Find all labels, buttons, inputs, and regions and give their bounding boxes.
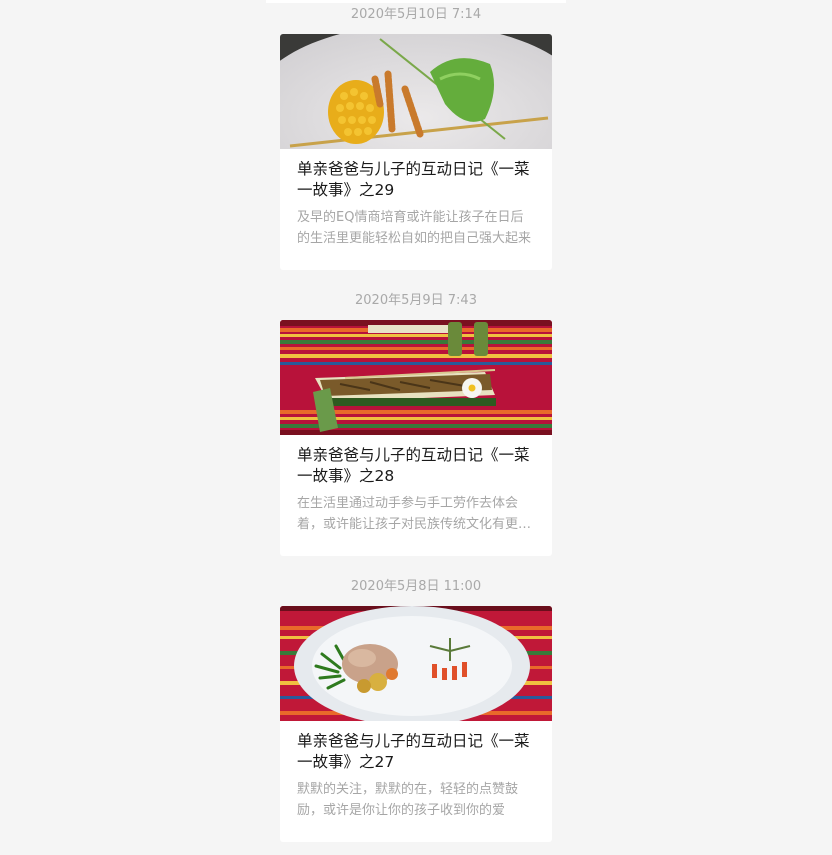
article-thumbnail[interactable] [280, 606, 552, 721]
article-timestamp: 2020年5月8日 11:00 [350, 579, 482, 594]
article-feed: 2020年5月10日 7:14 单亲爸爸与儿子的互动日记《一菜一故事》之29 及… [0, 0, 832, 855]
article-timestamp: 2020年5月10日 7:14 [350, 7, 482, 22]
article-title[interactable]: 单亲爸爸与儿子的互动日记《一菜一故事》之29 [297, 159, 535, 201]
article-card[interactable]: 单亲爸爸与儿子的互动日记《一菜一故事》之28 在生活里通过动手参与手工劳作去体会… [280, 320, 552, 556]
article-timestamp: 2020年5月9日 7:43 [355, 293, 477, 308]
article-card[interactable]: 单亲爸爸与儿子的互动日记《一菜一故事》之27 默默的关注，默默的在，轻轻的点赞鼓… [280, 606, 552, 842]
article-title[interactable]: 单亲爸爸与儿子的互动日记《一菜一故事》之28 [297, 445, 535, 487]
article-card[interactable]: 单亲爸爸与儿子的互动日记《一菜一故事》之29 及早的EQ情商培育或许能让孩子在日… [280, 34, 552, 270]
previous-card-edge[interactable] [266, 0, 566, 3]
article-digest: 在生活里通过动手参与手工劳作去体会着，或许能让孩子对民族传统文化有更深的认识 [297, 496, 532, 532]
article-digest: 默默的关注，默默的在，轻轻的点赞鼓励，或许是你让你的孩子收到你的爱 [297, 782, 519, 818]
article-digest: 及早的EQ情商培育或许能让孩子在日后的生活里更能轻松自如的把自己强大起来 [297, 210, 532, 246]
article-thumbnail[interactable] [280, 320, 552, 435]
article-thumbnail[interactable] [280, 34, 552, 149]
article-title[interactable]: 单亲爸爸与儿子的互动日记《一菜一故事》之27 [297, 731, 535, 773]
